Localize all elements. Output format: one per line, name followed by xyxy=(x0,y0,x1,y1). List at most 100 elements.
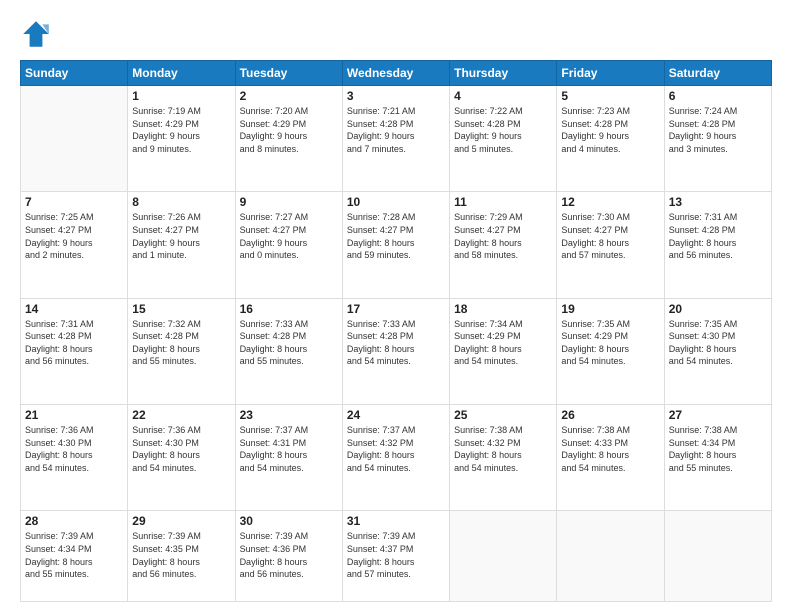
day-number: 17 xyxy=(347,302,445,316)
day-number: 3 xyxy=(347,89,445,103)
calendar-cell: 7 Sunrise: 7:25 AM Sunset: 4:27 PM Daylig… xyxy=(21,192,128,298)
day-info: Sunrise: 7:20 AM Sunset: 4:29 PM Dayligh… xyxy=(240,105,338,155)
calendar-cell: 4 Sunrise: 7:22 AM Sunset: 4:28 PM Daylig… xyxy=(450,86,557,192)
week-row-4: 21 Sunrise: 7:36 AM Sunset: 4:30 PM Dayli… xyxy=(21,404,772,510)
day-info: Sunrise: 7:35 AM Sunset: 4:30 PM Dayligh… xyxy=(669,318,767,368)
day-number: 19 xyxy=(561,302,659,316)
calendar-cell: 8Sunrise: 7:26 AM Sunset: 4:27 PM Daylig… xyxy=(128,192,235,298)
day-number: 10 xyxy=(347,195,445,209)
day-info: Sunrise: 7:33 AM Sunset: 4:28 PM Dayligh… xyxy=(240,318,338,368)
day-info: Sunrise: 7:37 AM Sunset: 4:32 PM Dayligh… xyxy=(347,424,445,474)
week-row-1: 1Sunrise: 7:19 AM Sunset: 4:29 PM Daylig… xyxy=(21,86,772,192)
day-info: Sunrise: 7:38 AM Sunset: 4:33 PM Dayligh… xyxy=(561,424,659,474)
calendar-cell: 1Sunrise: 7:19 AM Sunset: 4:29 PM Daylig… xyxy=(128,86,235,192)
calendar-cell: 28 Sunrise: 7:39 AM Sunset: 4:34 PM Dayli… xyxy=(21,511,128,602)
day-number: 31 xyxy=(347,514,445,528)
day-info: Sunrise: 7:39 AM Sunset: 4:36 PM Dayligh… xyxy=(240,530,338,580)
calendar-cell: 25 Sunrise: 7:38 AM Sunset: 4:32 PM Dayli… xyxy=(450,404,557,510)
day-info: Sunrise: 7:32 AM Sunset: 4:28 PM Dayligh… xyxy=(132,318,230,368)
calendar-cell: 17Sunrise: 7:33 AM Sunset: 4:28 PM Dayli… xyxy=(342,298,449,404)
calendar-cell: 23 Sunrise: 7:37 AM Sunset: 4:31 PM Dayli… xyxy=(235,404,342,510)
calendar-table: SundayMondayTuesdayWednesdayThursdayFrid… xyxy=(20,60,772,602)
calendar-cell: 29 Sunrise: 7:39 AM Sunset: 4:35 PM Dayli… xyxy=(128,511,235,602)
calendar-cell: 14 Sunrise: 7:31 AM Sunset: 4:28 PM Dayli… xyxy=(21,298,128,404)
calendar-cell xyxy=(664,511,771,602)
day-header-saturday: Saturday xyxy=(664,61,771,86)
day-info: Sunrise: 7:28 AM Sunset: 4:27 PM Dayligh… xyxy=(347,211,445,261)
day-header-monday: Monday xyxy=(128,61,235,86)
day-number: 24 xyxy=(347,408,445,422)
day-info: Sunrise: 7:30 AM Sunset: 4:27 PM Dayligh… xyxy=(561,211,659,261)
week-row-3: 14 Sunrise: 7:31 AM Sunset: 4:28 PM Dayli… xyxy=(21,298,772,404)
calendar-cell: 9 Sunrise: 7:27 AM Sunset: 4:27 PM Daylig… xyxy=(235,192,342,298)
day-header-wednesday: Wednesday xyxy=(342,61,449,86)
day-number: 23 xyxy=(240,408,338,422)
day-info: Sunrise: 7:34 AM Sunset: 4:29 PM Dayligh… xyxy=(454,318,552,368)
calendar-cell xyxy=(557,511,664,602)
day-header-tuesday: Tuesday xyxy=(235,61,342,86)
calendar-cell xyxy=(21,86,128,192)
day-info: Sunrise: 7:22 AM Sunset: 4:28 PM Dayligh… xyxy=(454,105,552,155)
day-number: 14 xyxy=(25,302,123,316)
logo-icon xyxy=(20,18,52,50)
day-number: 25 xyxy=(454,408,552,422)
day-info: Sunrise: 7:25 AM Sunset: 4:27 PM Dayligh… xyxy=(25,211,123,261)
day-info: Sunrise: 7:27 AM Sunset: 4:27 PM Dayligh… xyxy=(240,211,338,261)
calendar-cell: 30 Sunrise: 7:39 AM Sunset: 4:36 PM Dayli… xyxy=(235,511,342,602)
day-header-sunday: Sunday xyxy=(21,61,128,86)
calendar-cell: 22 Sunrise: 7:36 AM Sunset: 4:30 PM Dayli… xyxy=(128,404,235,510)
day-number: 29 xyxy=(132,514,230,528)
week-row-2: 7 Sunrise: 7:25 AM Sunset: 4:27 PM Daylig… xyxy=(21,192,772,298)
day-number: 15 xyxy=(132,302,230,316)
day-info: Sunrise: 7:38 AM Sunset: 4:34 PM Dayligh… xyxy=(669,424,767,474)
day-info: Sunrise: 7:38 AM Sunset: 4:32 PM Dayligh… xyxy=(454,424,552,474)
day-info: Sunrise: 7:39 AM Sunset: 4:34 PM Dayligh… xyxy=(25,530,123,580)
day-info: Sunrise: 7:24 AM Sunset: 4:28 PM Dayligh… xyxy=(669,105,767,155)
day-number: 5 xyxy=(561,89,659,103)
header-row: SundayMondayTuesdayWednesdayThursdayFrid… xyxy=(21,61,772,86)
calendar-cell xyxy=(450,511,557,602)
day-number: 12 xyxy=(561,195,659,209)
day-number: 9 xyxy=(240,195,338,209)
day-number: 2 xyxy=(240,89,338,103)
day-info: Sunrise: 7:31 AM Sunset: 4:28 PM Dayligh… xyxy=(25,318,123,368)
day-header-thursday: Thursday xyxy=(450,61,557,86)
header xyxy=(20,18,772,50)
day-number: 18 xyxy=(454,302,552,316)
calendar-cell: 18 Sunrise: 7:34 AM Sunset: 4:29 PM Dayli… xyxy=(450,298,557,404)
day-info: Sunrise: 7:36 AM Sunset: 4:30 PM Dayligh… xyxy=(132,424,230,474)
calendar-cell: 20Sunrise: 7:35 AM Sunset: 4:30 PM Dayli… xyxy=(664,298,771,404)
day-number: 13 xyxy=(669,195,767,209)
day-info: Sunrise: 7:21 AM Sunset: 4:28 PM Dayligh… xyxy=(347,105,445,155)
calendar-cell: 3 Sunrise: 7:21 AM Sunset: 4:28 PM Daylig… xyxy=(342,86,449,192)
calendar-cell: 26 Sunrise: 7:38 AM Sunset: 4:33 PM Dayli… xyxy=(557,404,664,510)
day-number: 6 xyxy=(669,89,767,103)
calendar-cell: 31Sunrise: 7:39 AM Sunset: 4:37 PM Dayli… xyxy=(342,511,449,602)
calendar-cell: 16 Sunrise: 7:33 AM Sunset: 4:28 PM Dayli… xyxy=(235,298,342,404)
calendar-cell: 12 Sunrise: 7:30 AM Sunset: 4:27 PM Dayli… xyxy=(557,192,664,298)
day-number: 30 xyxy=(240,514,338,528)
week-row-5: 28 Sunrise: 7:39 AM Sunset: 4:34 PM Dayli… xyxy=(21,511,772,602)
calendar-cell: 27Sunrise: 7:38 AM Sunset: 4:34 PM Dayli… xyxy=(664,404,771,510)
day-number: 8 xyxy=(132,195,230,209)
day-info: Sunrise: 7:31 AM Sunset: 4:28 PM Dayligh… xyxy=(669,211,767,261)
day-number: 16 xyxy=(240,302,338,316)
page: SundayMondayTuesdayWednesdayThursdayFrid… xyxy=(0,0,792,612)
day-number: 1 xyxy=(132,89,230,103)
day-info: Sunrise: 7:36 AM Sunset: 4:30 PM Dayligh… xyxy=(25,424,123,474)
day-header-friday: Friday xyxy=(557,61,664,86)
day-number: 4 xyxy=(454,89,552,103)
logo xyxy=(20,18,56,50)
day-info: Sunrise: 7:37 AM Sunset: 4:31 PM Dayligh… xyxy=(240,424,338,474)
day-info: Sunrise: 7:23 AM Sunset: 4:28 PM Dayligh… xyxy=(561,105,659,155)
day-number: 7 xyxy=(25,195,123,209)
day-info: Sunrise: 7:35 AM Sunset: 4:29 PM Dayligh… xyxy=(561,318,659,368)
calendar-cell: 15 Sunrise: 7:32 AM Sunset: 4:28 PM Dayli… xyxy=(128,298,235,404)
day-number: 28 xyxy=(25,514,123,528)
calendar-cell: 24 Sunrise: 7:37 AM Sunset: 4:32 PM Dayli… xyxy=(342,404,449,510)
day-number: 21 xyxy=(25,408,123,422)
calendar-cell: 21 Sunrise: 7:36 AM Sunset: 4:30 PM Dayli… xyxy=(21,404,128,510)
day-number: 22 xyxy=(132,408,230,422)
day-number: 26 xyxy=(561,408,659,422)
day-info: Sunrise: 7:39 AM Sunset: 4:35 PM Dayligh… xyxy=(132,530,230,580)
